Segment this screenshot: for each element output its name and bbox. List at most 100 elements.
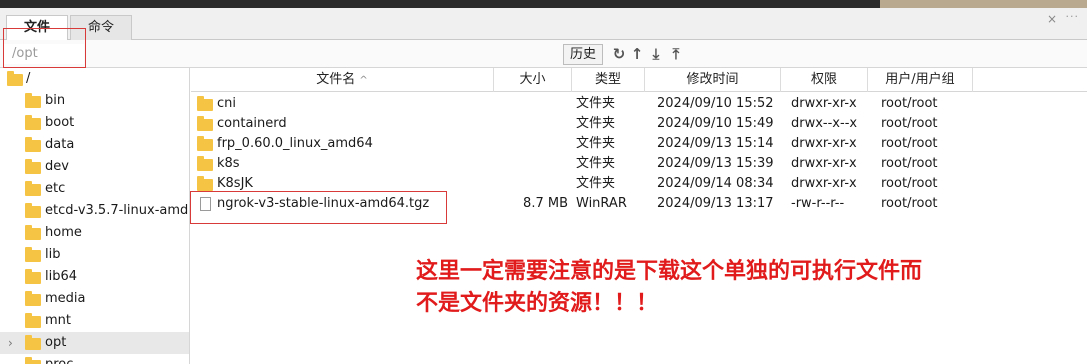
upload-icon[interactable]: ↑ <box>628 44 646 64</box>
folder-icon <box>197 136 213 151</box>
tree-node[interactable]: bin <box>0 90 189 112</box>
file-name: cni <box>217 96 236 111</box>
tree-node[interactable]: etcd-v3.5.7-linux-amd6 <box>0 200 190 222</box>
more-icon[interactable]: ··· <box>1066 10 1080 23</box>
tree-node-label: lib <box>45 247 61 262</box>
tree-node-label: etcd-v3.5.7-linux-amd6 <box>45 203 190 218</box>
tree-node[interactable]: lib <box>0 244 189 266</box>
file-type: 文件夹 <box>576 96 616 111</box>
tree-node[interactable]: boot <box>0 112 189 134</box>
column-header-mtime[interactable]: 修改时间 <box>645 68 781 92</box>
folder-icon <box>25 247 41 262</box>
file-size: 8.7 MB <box>523 196 568 211</box>
upload-file-icon[interactable]: ⤒ <box>667 44 685 64</box>
file-mtime: 2024/09/10 15:49 <box>657 116 774 131</box>
file-permissions: drwxr-xr-x <box>791 176 857 191</box>
file-owner: root/root <box>881 156 938 171</box>
file-mtime: 2024/09/13 15:14 <box>657 136 774 151</box>
file-owner: root/root <box>881 176 938 191</box>
tab-bar: 文件 命令 ··· × <box>0 8 1087 41</box>
tree-node[interactable]: mnt <box>0 310 189 332</box>
folder-icon <box>25 291 41 306</box>
file-mtime: 2024/09/13 13:17 <box>657 196 774 211</box>
file-list-header: 文件名 ^ 大小 类型 修改时间 权限 用户/用户组 <box>191 68 1087 92</box>
folder-icon <box>197 116 213 131</box>
path-bar: /opt 历史 ↻ ↑ ⤓ ⤒ <box>0 40 1087 68</box>
file-owner: root/root <box>881 116 938 131</box>
highlight-file-box <box>190 191 447 224</box>
folder-icon <box>25 357 41 364</box>
tree-node-label: home <box>45 225 82 240</box>
file-type: 文件夹 <box>576 156 616 171</box>
close-icon[interactable]: × <box>1047 12 1057 26</box>
file-permissions: drwxr-xr-x <box>791 136 857 151</box>
sort-ascending-icon: ^ <box>359 75 368 86</box>
history-button[interactable]: 历史 <box>563 44 604 65</box>
folder-icon <box>25 335 41 350</box>
file-mtime: 2024/09/10 15:52 <box>657 96 774 111</box>
column-header-permissions[interactable]: 权限 <box>781 68 868 92</box>
annotation-note: 这里一定需要注意的是下载这个单独的可执行文件而 不是文件夹的资源！！！ <box>416 256 1056 320</box>
tree-node[interactable]: home <box>0 222 189 244</box>
file-name: k8s <box>217 156 240 171</box>
folder-icon <box>7 71 23 86</box>
tree-node-label: data <box>45 137 75 152</box>
tree-node-label: opt <box>45 335 67 350</box>
table-row[interactable]: frp_0.60.0_linux_amd64 文件夹 2024/09/13 15… <box>191 134 1087 154</box>
file-mtime: 2024/09/13 15:39 <box>657 156 774 171</box>
directory-tree[interactable]: / bin boot data dev etc etcd-v3.5.7-linu… <box>0 68 190 364</box>
tree-node[interactable]: proc <box>0 354 189 364</box>
file-owner: root/root <box>881 96 938 111</box>
folder-icon <box>25 181 41 196</box>
folder-icon <box>197 156 213 171</box>
refresh-icon[interactable]: ↻ <box>610 44 628 64</box>
top-background-strip <box>0 0 1087 8</box>
file-name: frp_0.60.0_linux_amd64 <box>217 136 373 151</box>
folder-icon <box>25 203 41 218</box>
tree-node-selected[interactable]: › opt <box>0 332 189 354</box>
table-row[interactable]: containerd 文件夹 2024/09/10 15:49 drwx--x-… <box>191 114 1087 134</box>
folder-icon <box>25 93 41 108</box>
table-row[interactable]: cni 文件夹 2024/09/10 15:52 drwxr-xr-x root… <box>191 94 1087 114</box>
file-permissions: -rw-r--r-- <box>791 196 845 211</box>
file-mtime: 2024/09/14 08:34 <box>657 176 774 191</box>
column-header-type[interactable]: 类型 <box>572 68 645 92</box>
folder-icon <box>25 225 41 240</box>
annotation-line-2: 不是文件夹的资源！！！ <box>416 291 659 316</box>
highlight-path-box <box>3 28 86 68</box>
tree-node-label: lib64 <box>45 269 78 284</box>
tree-node[interactable]: dev <box>0 156 189 178</box>
column-header-owner[interactable]: 用户/用户组 <box>868 68 973 92</box>
folder-icon <box>25 137 41 152</box>
file-permissions: drwxr-xr-x <box>791 156 857 171</box>
tree-node[interactable]: etc <box>0 178 189 200</box>
folder-icon <box>197 176 213 191</box>
tree-node-label: mnt <box>45 313 71 328</box>
column-header-size[interactable]: 大小 <box>494 68 572 92</box>
download-icon[interactable]: ⤓ <box>647 44 665 64</box>
tree-node[interactable]: data <box>0 134 189 156</box>
table-row[interactable]: k8s 文件夹 2024/09/13 15:39 drwxr-xr-x root… <box>191 154 1087 174</box>
tree-node[interactable]: media <box>0 288 189 310</box>
folder-icon <box>25 313 41 328</box>
annotation-line-1: 这里一定需要注意的是下载这个单独的可执行文件而 <box>416 259 923 284</box>
folder-icon <box>25 269 41 284</box>
file-type: WinRAR <box>576 196 627 211</box>
tree-node-label: proc <box>45 354 73 364</box>
tree-node[interactable]: lib64 <box>0 266 189 288</box>
tree-node-label: bin <box>45 93 66 108</box>
file-name: containerd <box>217 116 287 131</box>
tree-node-label: media <box>45 291 86 306</box>
tree-node-label: boot <box>45 115 75 130</box>
file-type: 文件夹 <box>576 116 616 131</box>
file-owner: root/root <box>881 196 938 211</box>
tree-node-root[interactable]: / <box>0 68 189 90</box>
file-owner: root/root <box>881 136 938 151</box>
top-background-strip-right <box>880 0 1087 8</box>
column-header-name[interactable]: 文件名 ^ <box>191 68 494 92</box>
tree-node-label: / <box>26 71 31 86</box>
chevron-right-icon[interactable]: › <box>8 332 13 354</box>
file-permissions: drwxr-xr-x <box>791 96 857 111</box>
folder-icon <box>25 159 41 174</box>
folder-icon <box>25 115 41 130</box>
